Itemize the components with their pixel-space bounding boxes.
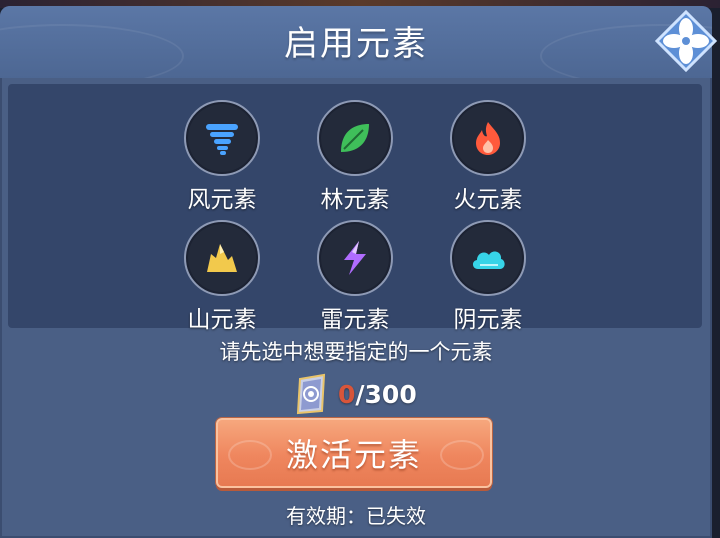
element-label: 风元素: [187, 187, 257, 213]
dialog-header: 启用元素: [0, 6, 712, 78]
flame-icon: [476, 122, 500, 155]
activate-button-label: 激活元素: [285, 436, 422, 474]
element-grid: 风元素 林元素 火元素 山元素 雷元素 阴元素: [8, 84, 702, 333]
instruction-text: 请先选中想要指定的一个元素: [219, 340, 493, 364]
activation-cost: 0/300: [290, 372, 417, 416]
element-label: 雷元素: [320, 307, 390, 333]
activate-element-dialog: 启用元素 风元素 林元素 火元素 山元素 雷元素 阴元素 请先选中想要指定的一个…: [0, 6, 718, 538]
tornado-icon: [206, 124, 238, 155]
activate-element-button[interactable]: 激活元素: [216, 418, 492, 488]
element-option-wind[interactable]: 风元素: [162, 100, 282, 214]
element-label: 火元素: [453, 187, 523, 213]
element-option-mountain[interactable]: 山元素: [162, 220, 282, 334]
cost-max: /300: [355, 379, 417, 409]
dialog-title: 启用元素: [284, 24, 428, 64]
element-label: 林元素: [320, 187, 390, 213]
button-ornament: [228, 440, 272, 470]
element-icon-frame: [317, 220, 393, 296]
element-icon-frame: [184, 100, 260, 176]
mountain-icon: [207, 244, 237, 272]
element-option-forest[interactable]: 林元素: [295, 100, 415, 214]
element-option-fire[interactable]: 火元素: [428, 100, 548, 214]
element-icon-frame: [184, 220, 260, 296]
element-icon-frame: [450, 220, 526, 296]
element-label: 阴元素: [453, 307, 523, 333]
crystal-token-icon: [296, 373, 326, 415]
element-icon-frame: [450, 100, 526, 176]
element-icon-frame: [317, 100, 393, 176]
element-option-shadow[interactable]: 阴元素: [428, 220, 548, 334]
cost-current: 0: [338, 379, 356, 409]
lightning-icon: [344, 241, 366, 275]
button-ornament: [440, 440, 484, 470]
element-option-thunder[interactable]: 雷元素: [295, 220, 415, 334]
leaf-icon: [341, 124, 369, 152]
element-label: 山元素: [187, 307, 257, 333]
close-button[interactable]: [654, 9, 718, 73]
validity-status: 有效期：已失效: [286, 504, 426, 528]
close-icon: [654, 9, 718, 73]
cloud-icon: [472, 251, 505, 269]
